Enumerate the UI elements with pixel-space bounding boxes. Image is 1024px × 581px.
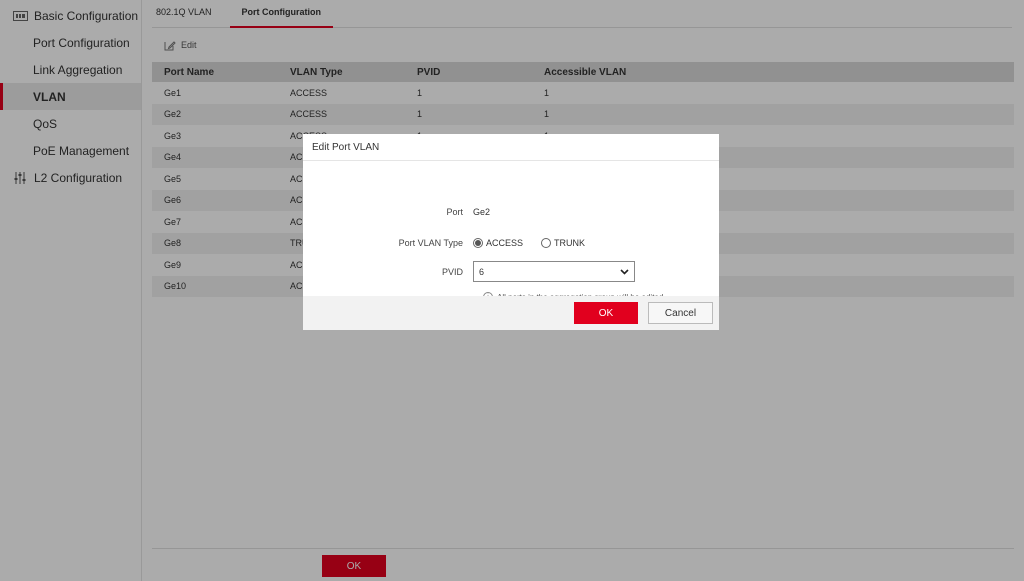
port-value: Ge2 — [473, 207, 491, 217]
pvid-select[interactable]: 6 — [473, 261, 635, 282]
dialog-body: Port Ge2 Port VLAN Type ACCESS TRUNK PVI… — [303, 161, 719, 302]
radio-access-label: ACCESS — [486, 238, 524, 248]
dialog-title: Edit Port VLAN — [303, 134, 719, 161]
pvid-label: PVID — [441, 266, 463, 277]
chevron-down-icon — [620, 268, 629, 275]
radio-trunk-label: TRUNK — [554, 238, 586, 248]
radio-access[interactable]: ACCESS — [473, 238, 523, 248]
vlan-type-row: Port VLAN Type ACCESS TRUNK — [303, 238, 603, 248]
ok-button[interactable]: OK — [574, 302, 638, 324]
pvid-row: PVID 6 — [303, 261, 635, 282]
vlan-type-label: Port VLAN Type — [398, 238, 463, 248]
radio-trunk-indicator — [541, 238, 552, 248]
pvid-value: 6 — [479, 266, 485, 277]
cancel-button[interactable]: Cancel — [648, 302, 713, 324]
radio-access-indicator — [473, 238, 483, 248]
port-label: Port — [446, 207, 463, 217]
edit-port-vlan-dialog: Edit Port VLAN Port Ge2 Port VLAN Type A… — [303, 134, 719, 330]
radio-trunk[interactable]: TRUNK — [541, 238, 585, 248]
dialog-footer: OK Cancel — [303, 296, 719, 330]
port-row: Port Ge2 — [303, 207, 490, 217]
